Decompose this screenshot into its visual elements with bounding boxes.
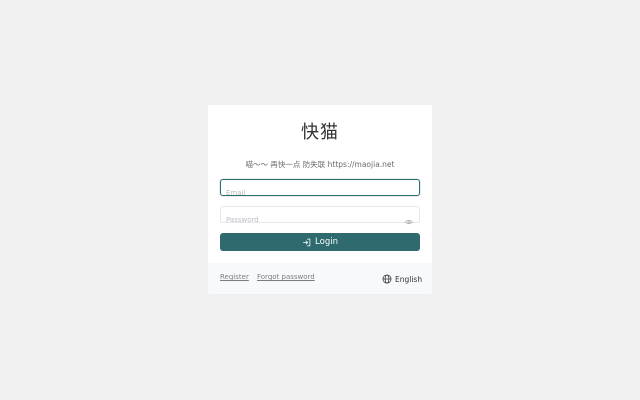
globe-icon xyxy=(382,274,392,284)
login-button-label: Login xyxy=(315,237,338,247)
forgot-password-link[interactable]: Forgot password xyxy=(257,273,315,281)
password-field[interactable] xyxy=(220,206,420,228)
language-label: English xyxy=(395,274,423,284)
email-field[interactable] xyxy=(220,179,420,201)
language-selector[interactable]: English xyxy=(382,274,422,284)
app-subtitle: 喵～～ 再快一点 防失联 https://maojia.net xyxy=(245,160,395,169)
app-title: 快猫 xyxy=(301,122,339,143)
password-input[interactable] xyxy=(221,212,396,228)
email-input[interactable] xyxy=(221,185,396,201)
login-icon xyxy=(302,238,311,247)
register-link[interactable]: Register xyxy=(220,273,249,281)
login-button[interactable]: Login xyxy=(220,233,420,251)
eye-icon[interactable] xyxy=(405,211,413,225)
